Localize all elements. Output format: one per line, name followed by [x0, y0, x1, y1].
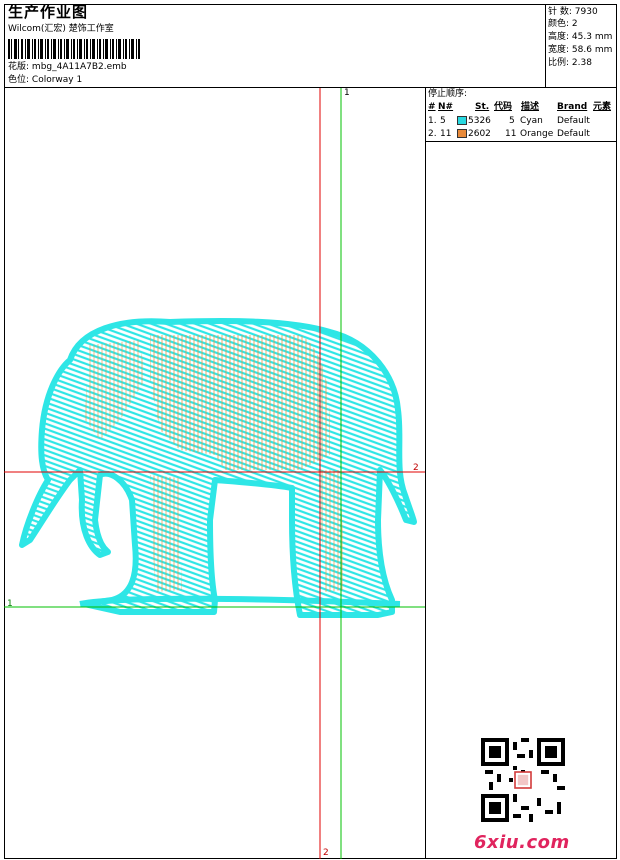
elephant-embroidery — [19, 318, 417, 618]
front-leg-detail — [150, 475, 182, 592]
red-vertical-label: 2 — [323, 848, 329, 858]
watermark-logo: 6xiu.com — [474, 832, 570, 853]
green-vertical-label: 1 — [344, 88, 350, 98]
green-horizontal-label: 1 — [7, 599, 13, 609]
design-preview — [4, 88, 425, 859]
qr-code — [481, 738, 565, 822]
red-horizontal-label: 2 — [413, 463, 419, 473]
